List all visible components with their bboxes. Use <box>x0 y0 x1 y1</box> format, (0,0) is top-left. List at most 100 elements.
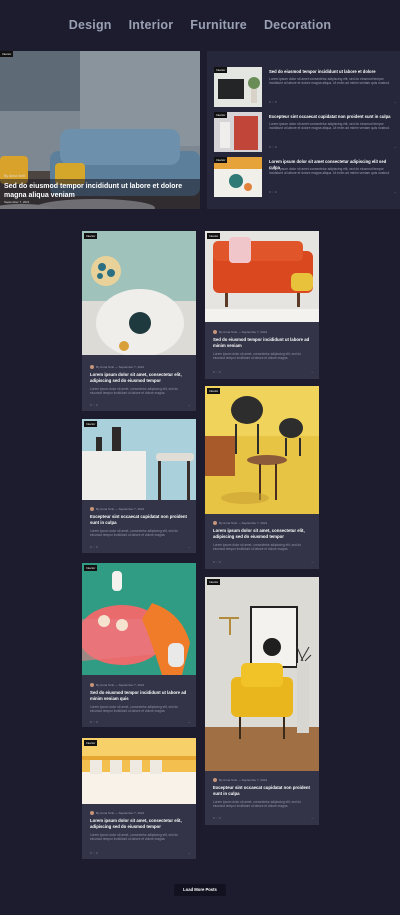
post-card-image <box>205 577 319 771</box>
hero-byline: By Anna Smit <box>4 174 26 178</box>
post-card-image <box>82 563 196 675</box>
post-card-author-text: By Anna Smit — September 7, 2021 <box>219 778 268 782</box>
arrow-icon[interactable]: → <box>311 370 315 374</box>
arrow-icon[interactable]: → <box>188 720 192 724</box>
side-post-excerpt: Lorem ipsum dolor sit amet consectetur a… <box>269 77 390 86</box>
post-card-excerpt: Lorem ipsum dolor sit amet, consectetur … <box>90 833 179 842</box>
post-card-author: By Anna Smit — September 7, 2021 <box>213 521 267 525</box>
arrow-icon[interactable]: → <box>188 851 192 855</box>
hero-date: September 7, 2021 <box>4 200 30 204</box>
post-card-author: By Anna Smit — September 7, 2021 <box>90 811 144 815</box>
side-post-tag: Interior <box>214 67 228 73</box>
arrow-icon[interactable]: → <box>394 100 398 104</box>
post-card-tag: Interior <box>84 740 98 746</box>
post-card-excerpt: Lorem ipsum dolor sit amet, consectetur … <box>90 387 179 396</box>
post-card-meta: 0 ♡ 0 <box>213 560 221 564</box>
post-card-title[interactable]: Lorem ipsum dolor sit amet, consectetur … <box>90 372 190 384</box>
post-card[interactable]: Interior By Anna Smit — September 7, 202… <box>205 386 319 569</box>
post-card-excerpt: Lorem ipsum dolor sit amet, consectetur … <box>213 543 302 552</box>
avatar <box>90 683 94 687</box>
side-post-image <box>214 67 262 107</box>
side-post-title[interactable]: Sed do eiusmod tempor incididunt ut labo… <box>269 69 397 75</box>
side-post-image <box>214 157 262 197</box>
avatar <box>90 507 94 511</box>
nav-interior[interactable]: Interior <box>129 18 174 32</box>
nav-design[interactable]: Design <box>69 18 112 32</box>
avatar <box>213 330 217 334</box>
avatar <box>213 521 217 525</box>
post-card-tag: Interior <box>207 579 221 585</box>
arrow-icon[interactable]: → <box>394 190 398 194</box>
hero-post[interactable]: Interior By Anna Smit Sed do eiusmod tem… <box>0 51 200 209</box>
side-post-meta: 0 ♡ 0 <box>269 145 277 149</box>
avatar <box>213 778 217 782</box>
post-card-tag: Interior <box>207 388 221 394</box>
arrow-icon[interactable]: → <box>188 545 192 549</box>
post-card-meta: 0 ♡ 0 <box>90 851 98 855</box>
post-card-author-text: By Anna Smit — September 7, 2021 <box>219 330 268 334</box>
post-card-tag: Interior <box>84 421 98 427</box>
post-card-excerpt: Lorem ipsum dolor sit amet, consectetur … <box>213 352 302 361</box>
arrow-icon[interactable]: → <box>394 145 398 149</box>
post-card-tag: Interior <box>84 565 98 571</box>
post-card-title[interactable]: Excepteur sint occaecat cupidatat non pr… <box>90 514 190 526</box>
side-post-image <box>214 112 262 152</box>
post-card-meta: 0 ♡ 0 <box>213 816 221 820</box>
post-card-image <box>82 231 196 355</box>
post-card-image <box>205 386 319 514</box>
post-card-title[interactable]: Lorem ipsum dolor sit amet, consectetur … <box>90 818 190 830</box>
avatar <box>90 365 94 369</box>
nav-decoration[interactable]: Decoration <box>264 18 331 32</box>
post-card[interactable]: Interior By Anna Smit — September 7, 202… <box>82 419 196 553</box>
hero-title[interactable]: Sed do eiusmod tempor incididunt ut labo… <box>4 182 194 200</box>
post-card-tag: Interior <box>207 233 221 239</box>
post-card[interactable]: Interior By Anna Smit — September 7, 202… <box>82 231 196 411</box>
top-nav: Design Interior Furniture Decoration <box>0 18 400 32</box>
post-card-author-text: By Anna Smit — September 7, 2021 <box>96 365 145 369</box>
side-post-3[interactable]: Interior Lorem ipsum dolor sit amet cons… <box>214 157 397 197</box>
post-card-author-text: By Anna Smit — September 7, 2021 <box>96 507 145 511</box>
post-card-title[interactable]: Sed do eiusmod tempor incididunt ut labo… <box>90 690 190 702</box>
side-post-tag: Interior <box>214 112 228 118</box>
post-card-meta: 0 ♡ 0 <box>90 545 98 549</box>
side-post-meta: 0 ♡ 0 <box>269 190 277 194</box>
load-more-button[interactable]: Load More Posts <box>174 884 226 896</box>
post-card[interactable]: Interior By Anna Smit — September 7, 202… <box>82 738 196 859</box>
side-post-1[interactable]: Interior Sed do eiusmod tempor incididun… <box>214 67 397 107</box>
post-card[interactable]: Interior By Anna Smit — September 7, 202… <box>82 563 196 727</box>
post-card-author-text: By Anna Smit — September 7, 2021 <box>96 811 145 815</box>
post-card-author: By Anna Smit — September 7, 2021 <box>213 330 267 334</box>
post-card-author-text: By Anna Smit — September 7, 2021 <box>96 683 145 687</box>
post-card[interactable]: Interior By Anna Smit — September 7, 202… <box>205 577 319 825</box>
post-card-excerpt: Lorem ipsum dolor sit amet, consectetur … <box>213 800 302 809</box>
hero-tag: Interior <box>0 51 14 57</box>
post-card-image <box>205 231 319 322</box>
post-card-title[interactable]: Sed do eiusmod tempor incididunt ut labo… <box>213 337 313 349</box>
post-card-excerpt: Lorem ipsum dolor sit amet, consectetur … <box>90 705 179 714</box>
post-card-author-text: By Anna Smit — September 7, 2021 <box>219 521 268 525</box>
post-card-meta: 0 ♡ 0 <box>213 370 221 374</box>
post-card-tag: Interior <box>84 233 98 239</box>
post-card-author: By Anna Smit — September 7, 2021 <box>90 683 144 687</box>
post-card-title[interactable]: Excepteur sint occaecat cupidatat non pr… <box>213 785 313 797</box>
side-post-excerpt: Lorem ipsum dolor sit amet consectetur a… <box>269 122 390 131</box>
side-post-meta: 0 ♡ 0 <box>269 100 277 104</box>
post-card-author: By Anna Smit — September 7, 2021 <box>90 365 144 369</box>
side-post-2[interactable]: Interior Excepteur sint occaecat cupidat… <box>214 112 397 152</box>
arrow-icon[interactable]: → <box>311 816 315 820</box>
post-card-author: By Anna Smit — September 7, 2021 <box>213 778 267 782</box>
nav-furniture[interactable]: Furniture <box>190 18 247 32</box>
post-card-title[interactable]: Lorem ipsum dolor sit amet, consectetur … <box>213 528 313 540</box>
post-card[interactable]: Interior By Anna Smit — September 7, 202… <box>205 231 319 379</box>
post-card-image <box>82 738 196 804</box>
post-card-excerpt: Lorem ipsum dolor sit amet, consectetur … <box>90 529 179 538</box>
avatar <box>90 811 94 815</box>
side-post-tag: Interior <box>214 157 228 163</box>
post-card-meta: 0 ♡ 0 <box>90 403 98 407</box>
side-post-excerpt: Lorem ipsum dolor sit amet consectetur a… <box>269 167 390 176</box>
featured-side-list: Interior Sed do eiusmod tempor incididun… <box>207 51 400 209</box>
side-post-title[interactable]: Excepteur sint occaecat cupidatat non pr… <box>269 114 397 120</box>
arrow-icon[interactable]: → <box>188 403 192 407</box>
arrow-icon[interactable]: → <box>311 560 315 564</box>
post-card-meta: 0 ♡ 0 <box>90 720 98 724</box>
